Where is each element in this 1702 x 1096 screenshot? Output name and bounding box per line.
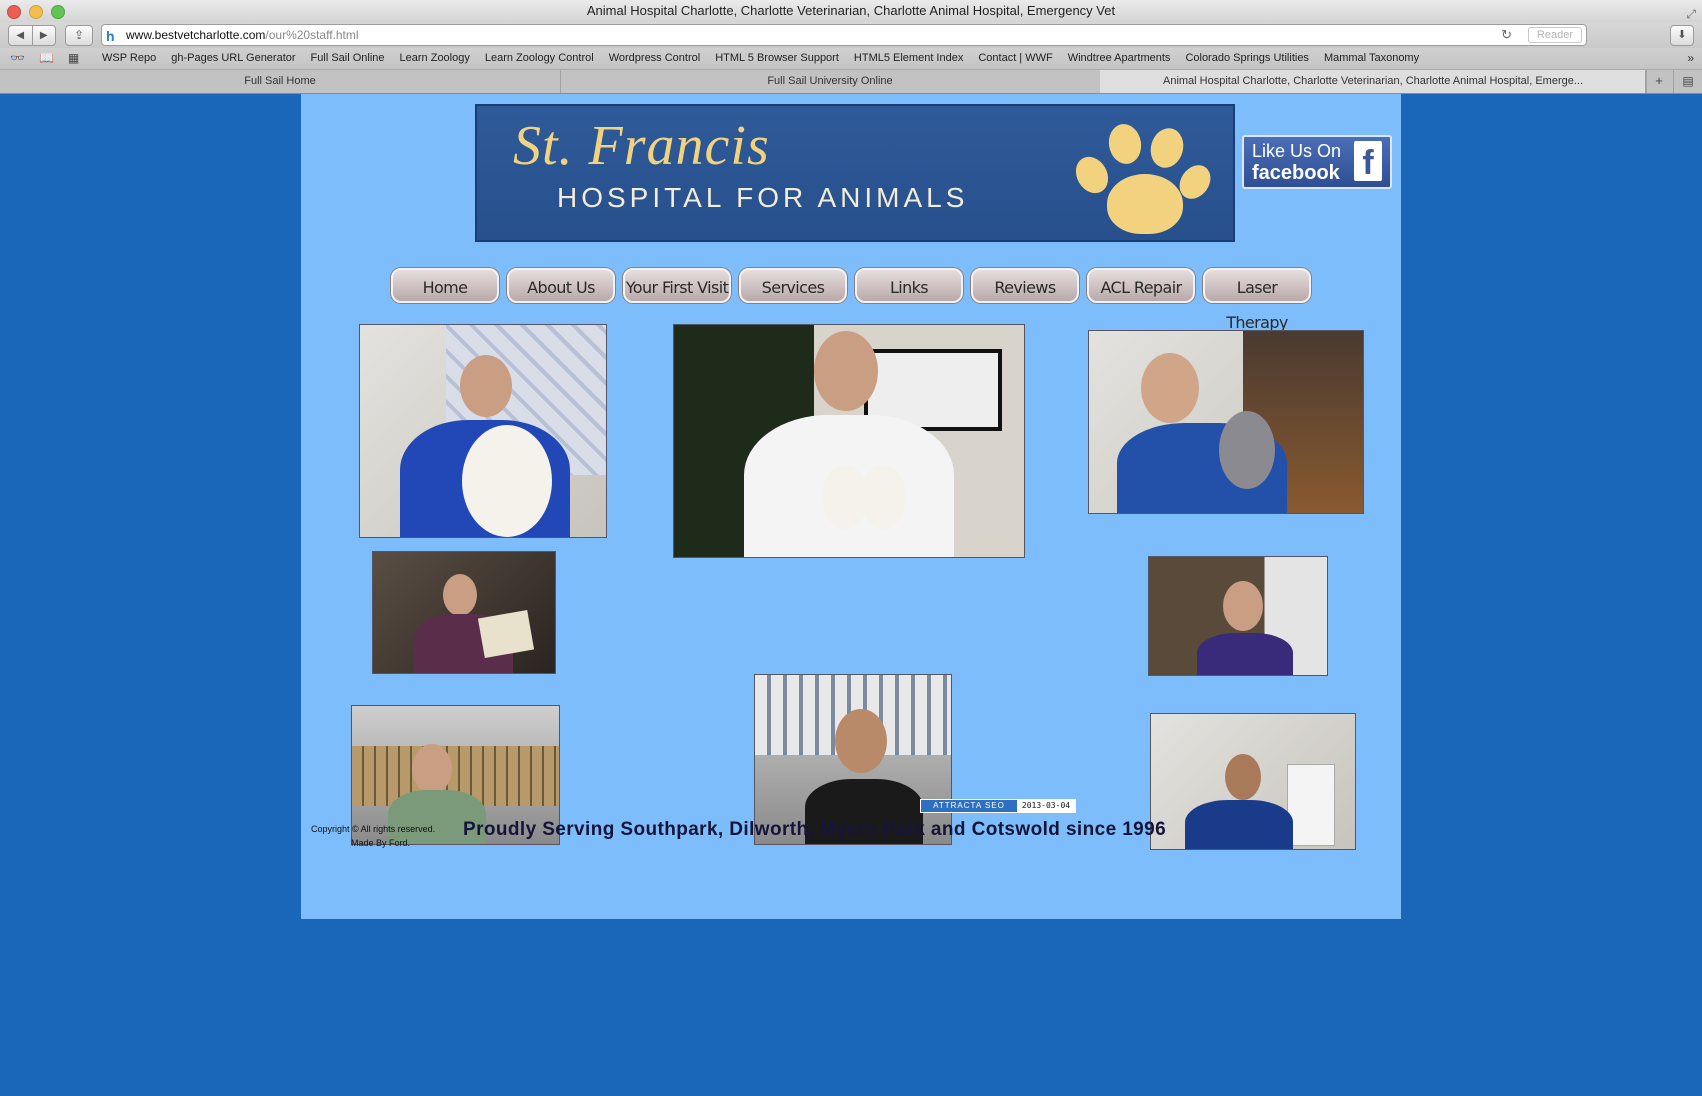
main-navigation: Home About Us Your First Visit Services … [391, 268, 1311, 332]
bookmark-item[interactable]: Contact | WWF [978, 48, 1052, 69]
address-bar[interactable]: h www.bestvetcharlotte.com/our%20staff.h… [101, 24, 1587, 46]
staff-photo-technician-in-clinic [1150, 713, 1356, 850]
facebook-line2: facebook [1252, 162, 1340, 184]
share-icon[interactable]: ⇪ [65, 25, 93, 46]
reload-icon[interactable]: ↻ [1501, 25, 1512, 45]
tab-overview-icon[interactable]: ▤ [1673, 70, 1702, 93]
paw-print-icon [1065, 116, 1217, 236]
bookmark-item[interactable]: Full Sail Online [311, 48, 385, 69]
bookmark-item[interactable]: Mammal Taxonomy [1324, 48, 1419, 69]
copyright-line2: Made By Ford. [351, 838, 411, 848]
more-bookmarks-icon[interactable]: » [1687, 48, 1694, 69]
tab-full-sail-online[interactable]: Full Sail University Online [560, 70, 1101, 93]
new-tab-icon[interactable]: + [1645, 70, 1672, 93]
bookmark-item[interactable]: Wordpress Control [609, 48, 701, 69]
logo-title: St. Francis [513, 115, 770, 177]
history-buttons: ◀ ▶ [8, 25, 56, 46]
minimize-window-button[interactable] [29, 5, 43, 19]
close-window-button[interactable] [7, 5, 21, 19]
logo-subtitle: HOSPITAL FOR ANIMALS [557, 182, 969, 213]
site-logo-banner[interactable]: St. Francis HOSPITAL FOR ANIMALS [475, 104, 1235, 242]
nav-services-button[interactable]: Services [739, 268, 847, 303]
facebook-line1: Like Us On [1252, 141, 1342, 161]
tab-full-sail-home[interactable]: Full Sail Home [0, 70, 561, 93]
reading-list-icon[interactable]: 👓 [10, 51, 25, 65]
downloads-icon[interactable]: ⬇ [1670, 25, 1694, 46]
badge-label: ATTRACTA SEO [921, 800, 1017, 812]
tab-animal-hospital[interactable]: Animal Hospital Charlotte, Charlotte Vet… [1100, 70, 1647, 93]
attracta-seo-badge[interactable]: ATTRACTA SEO 2013-03-04 [920, 799, 1076, 813]
bookmarks-icon[interactable]: 📖 [39, 51, 54, 65]
browser-toolbar: ◀ ▶ ⇪ h www.bestvetcharlotte.com/our%20s… [0, 22, 1702, 48]
nav-acl-repair-button[interactable]: ACL Repair [1087, 268, 1195, 303]
nav-links-button[interactable]: Links [855, 268, 963, 303]
window-titlebar: Animal Hospital Charlotte, Charlotte Vet… [0, 0, 1702, 22]
nav-first-visit-button[interactable]: Your First Visit [623, 268, 731, 303]
top-sites-icon[interactable]: ▦ [68, 51, 79, 65]
window-controls[interactable] [7, 5, 65, 19]
staff-photo-nurse-with-dog [1088, 330, 1364, 514]
bookmark-item[interactable]: WSP Repo [102, 48, 156, 69]
bookmark-item[interactable]: HTML 5 Browser Support [715, 48, 839, 69]
bookmarks-bar: 👓 📖 ▦ WSP Repo gh-Pages URL Generator Full… [0, 48, 1702, 70]
facebook-like-button[interactable]: Like Us On facebook f [1242, 135, 1392, 189]
copyright-line1: Copyright © All rights reserved. [311, 824, 436, 834]
bookmark-item[interactable]: Learn Zoology [400, 48, 470, 69]
site-favicon-icon: h [106, 28, 115, 44]
nav-about-us-button[interactable]: About Us [507, 268, 615, 303]
bookmark-item[interactable]: HTML5 Element Index [854, 48, 963, 69]
page-content: St. Francis HOSPITAL FOR ANIMALS Like Us… [301, 94, 1401, 919]
url-text[interactable]: www.bestvetcharlotte.com/our%20staff.htm… [126, 25, 359, 45]
facebook-f-icon: f [1354, 141, 1382, 182]
bookmark-item[interactable]: gh-Pages URL Generator [171, 48, 295, 69]
window-title: Animal Hospital Charlotte, Charlotte Vet… [586, 3, 1116, 18]
staff-photo-veterinarian-with-puppies [673, 324, 1025, 558]
staff-photo-receptionist [372, 551, 556, 674]
zoom-window-button[interactable] [51, 5, 65, 19]
nav-laser-therapy-button[interactable]: Laser Therapy [1203, 268, 1311, 332]
staff-photo-nurse-with-cat [359, 324, 607, 538]
nav-home-button[interactable]: Home [391, 268, 499, 303]
badge-date: 2013-03-04 [1017, 800, 1075, 812]
staff-photo-technician-smiling [1148, 556, 1328, 676]
copyright-notice: Copyright © All rights reserved. Made By… [311, 822, 435, 850]
back-arrow-icon[interactable]: ◀ [9, 26, 33, 45]
footer-tagline: Proudly Serving Southpark, Dilworth, Mye… [463, 819, 1167, 840]
bookmark-item[interactable]: Windtree Apartments [1068, 48, 1171, 69]
bookmark-list: WSP Repo gh-Pages URL Generator Full Sail … [102, 48, 1419, 69]
forward-arrow-icon[interactable]: ▶ [33, 26, 56, 45]
bookmark-item[interactable]: Learn Zoology Control [485, 48, 594, 69]
reader-button[interactable]: Reader [1527, 27, 1582, 43]
bookmark-item[interactable]: Colorado Springs Utilities [1185, 48, 1309, 69]
tab-bar: Full Sail Home Full Sail University Onli… [0, 70, 1702, 94]
nav-reviews-button[interactable]: Reviews [971, 268, 1079, 303]
